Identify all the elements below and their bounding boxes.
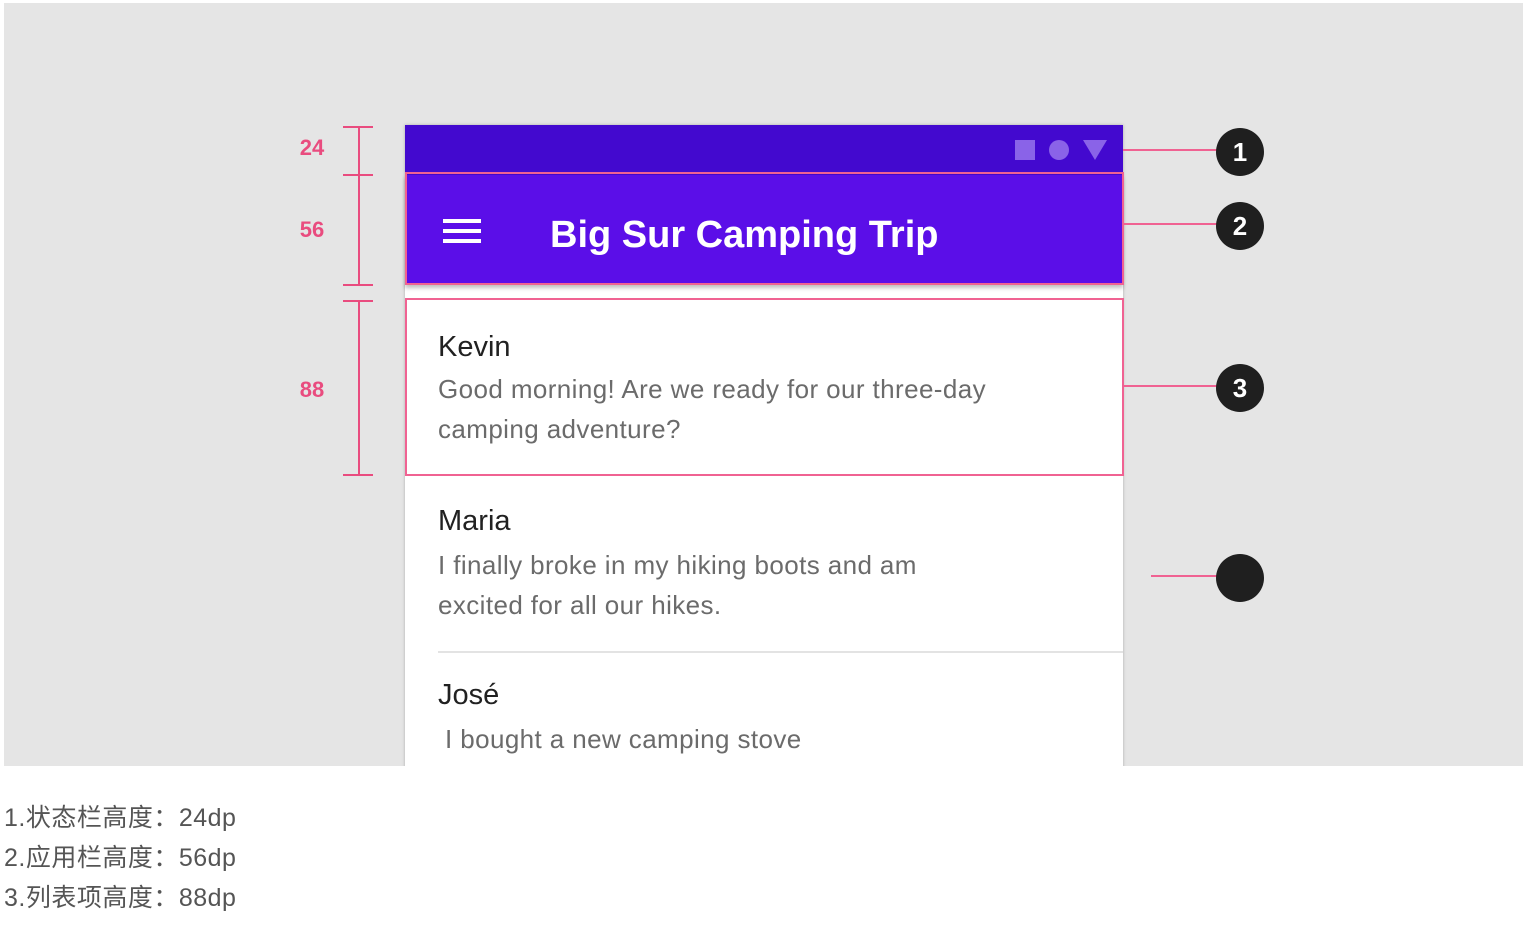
caption-status-bar-height: 1.状态栏高度：24dp [4,804,237,832]
dimension-tick [343,126,373,128]
dimension-label-status-bar: 24 [299,135,325,160]
dimension-tick [343,174,373,176]
dimension-tick [343,300,373,302]
list-item-name: Kevin [438,331,511,363]
phone-mockup: Big Sur Camping Trip Kevin Good morning!… [405,125,1123,766]
status-bar-icons [1015,139,1107,161]
callout-1: 1 [1216,128,1264,176]
caption-app-bar-height: 2.应用栏高度：56dp [4,844,237,872]
app-bar: Big Sur Camping Trip [405,175,1123,285]
callout-connector-3 [1123,385,1217,387]
callout-connector-2 [1123,223,1217,225]
square-icon [1015,140,1035,160]
dimension-label-list-item: 88 [299,377,325,402]
callout-connector-1 [1123,149,1217,151]
circle-icon [1049,140,1069,160]
list-item-text: I bought a new camping stove [445,724,802,754]
app-title: Big Sur Camping Trip [550,214,939,256]
dimension-tick [343,474,373,476]
status-bar [405,125,1123,175]
callout-4 [1216,554,1264,602]
list-item[interactable]: Maria I finally broke in my hiking boots… [405,475,1123,651]
menu-icon[interactable] [443,219,481,245]
dimension-label-app-bar: 56 [299,217,325,242]
dimension-line-list-item [358,301,360,475]
dimension-line-app-bar [358,175,360,285]
diagram-canvas: 24 56 88 Big Sur Camping Trip Kevin Good… [4,3,1523,766]
callout-3: 3 [1216,364,1264,412]
dimension-tick [343,284,373,286]
list-item-name: Maria [438,505,511,537]
triangle-icon [1083,140,1107,160]
list-item-text: I finally broke in my hiking boots and a… [438,550,917,620]
list-item[interactable]: José I bought a new camping stove [405,653,1123,766]
list-item-text: Good morning! Are we ready for our three… [438,374,986,444]
dimension-line-status-bar [358,127,360,175]
list-item-name: José [438,679,500,711]
callout-connector-4 [1151,575,1217,577]
callout-2: 2 [1216,202,1264,250]
caption-list-item-height: 3.列表项高度：88dp [4,884,237,912]
list-item[interactable]: Kevin Good morning! Are we ready for our… [405,299,1123,475]
